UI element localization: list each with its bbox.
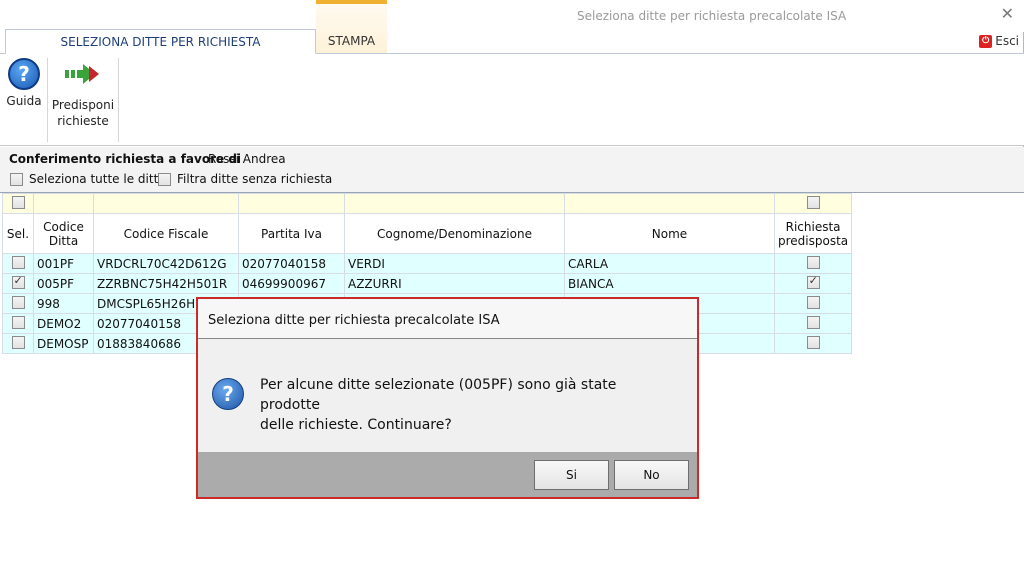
conferimento-value: Rossi Andrea [208,152,286,166]
sel-cell[interactable] [2,333,34,354]
col-header-codice-l2: Ditta [48,233,79,248]
col-header-sel[interactable]: Sel. [2,213,34,254]
cell-partita-iva: 02077040158 [238,253,345,274]
green-arrow-icon [63,62,103,94]
filter-cell[interactable] [344,193,565,214]
row-select-checkbox[interactable] [11,295,25,309]
seleziona-tutte-label: Seleziona tutte le ditte [29,172,166,186]
cell-nome: CARLA [564,253,775,274]
guida-button[interactable]: ? Guida [4,58,44,109]
cell-codice: DEMO2 [33,313,94,334]
col-header-codice[interactable]: Codice Ditta [33,213,94,254]
predisponi-label-line2: richieste [57,114,109,128]
richiesta-checkbox[interactable] [806,295,820,309]
filter-cell[interactable] [93,193,239,214]
help-icon: ? [8,58,40,90]
cell-codice: DEMOSP [33,333,94,354]
ribbon: ? Guida Predisponi richieste [0,54,1024,146]
col-header-codice-l1: Codice [43,219,84,234]
col-header-nome[interactable]: Nome [564,213,775,254]
col-header-richiesta-l1: Richiesta [785,219,841,234]
col-header-codice-fiscale[interactable]: Codice Fiscale [93,213,239,254]
table-row[interactable]: 001PF VRDCRL70C42D612G 02077040158 VERDI… [2,253,853,274]
cell-codice-fiscale: VRDCRL70C42D612G [93,253,239,274]
row-select-checkbox[interactable] [11,335,25,349]
seleziona-tutte-checkbox[interactable]: Seleziona tutte le ditte [10,172,166,186]
sel-cell[interactable] [2,273,34,294]
filter-cell-richiesta[interactable] [773,193,853,214]
question-icon: ? [212,378,244,410]
no-button[interactable]: No [614,460,689,490]
predisponi-label-line1: Predisponi [51,98,115,112]
conferimento-label: Conferimento richiesta a favore di [9,152,242,166]
sel-cell[interactable] [2,253,34,274]
predisponi-richieste-button[interactable]: Predisponi richieste [51,58,115,129]
cell-cognome: VERDI [344,253,565,274]
checkbox-icon[interactable] [10,172,23,186]
si-button[interactable]: Si [534,460,609,490]
row-select-checkbox[interactable] [11,255,25,269]
tab-seleziona-ditte[interactable]: SELEZIONA DITTE PER RICHIESTA PRECALCOLA… [5,29,316,73]
richiesta-checkbox[interactable] [806,315,820,329]
cell-codice: 005PF [33,273,94,294]
app-window: Seleziona ditte per richiesta precalcola… [0,0,1024,567]
guida-label: Guida [6,94,42,108]
richiesta-cell[interactable] [773,333,853,354]
table-row[interactable]: 005PF ZZRBNC75H42H501R 04699900967 AZZUR… [2,273,853,294]
richiesta-cell[interactable] [773,253,853,274]
cell-partita-iva: 04699900967 [238,273,345,294]
power-icon: ⏻ [979,34,993,48]
row-select-checkbox[interactable] [11,315,25,329]
esci-button[interactable]: ⏻ Esci [979,34,1019,48]
filtra-ditte-label: Filtra ditte senza richiesta [177,172,333,186]
filter-cell[interactable] [564,193,775,214]
col-header-richiesta-l2: predisposta [778,233,849,248]
dialog-message: Per alcune ditte selezionate (005PF) son… [260,375,680,435]
richiesta-checkbox[interactable] [806,335,820,349]
grid-header-row: Sel. Codice Ditta Codice Fiscale Partita … [2,213,853,254]
select-all-checkbox[interactable] [11,195,25,209]
tab-stampa[interactable]: STAMPA [316,29,387,54]
cell-codice-fiscale: ZZRBNC75H42H501R [93,273,239,294]
dialog-message-line1: Per alcune ditte selezionate (005PF) son… [260,377,617,413]
col-header-cognome[interactable]: Cognome/Denominazione [344,213,565,254]
dialog-message-line2: delle richieste. Continuare? [260,417,452,433]
esci-label: Esci [995,34,1019,48]
richiesta-cell[interactable] [773,273,853,294]
ribbon-separator [118,58,119,142]
tab-strip: SELEZIONA DITTE PER RICHIESTA PRECALCOLA… [0,29,1024,73]
sel-cell[interactable] [2,293,34,314]
dialog-title: Seleziona ditte per richiesta precalcola… [198,299,697,339]
title-bar: Seleziona ditte per richiesta precalcola… [0,0,1024,53]
window-title: Seleziona ditte per richiesta precalcola… [577,9,847,23]
checkbox-icon[interactable] [158,172,171,186]
ribbon-separator [47,58,48,142]
grid-filter-row [2,193,853,214]
filtra-ditte-checkbox[interactable]: Filtra ditte senza richiesta [158,172,332,186]
richiesta-checkbox[interactable] [806,255,820,269]
row-select-checkbox[interactable] [11,275,25,289]
richiesta-cell[interactable] [773,293,853,314]
cell-nome: BIANCA [564,273,775,294]
dialog-footer: Si No [198,452,697,497]
filter-richiesta-checkbox[interactable] [806,195,820,209]
richiesta-checkbox[interactable] [806,275,820,289]
cell-codice: 998 [33,293,94,314]
sel-cell[interactable] [2,313,34,334]
col-header-richiesta[interactable]: Richiesta predisposta [773,213,853,254]
filter-cell-sel[interactable] [2,193,34,214]
col-header-partita-iva[interactable]: Partita Iva [238,213,345,254]
filter-cell[interactable] [238,193,345,214]
confirm-dialog: Seleziona ditte per richiesta precalcola… [196,297,699,499]
filter-cell[interactable] [33,193,94,214]
filter-area: Conferimento richiesta a favore di Rossi… [0,147,1024,192]
richiesta-cell[interactable] [773,313,853,334]
cell-cognome: AZZURRI [344,273,565,294]
cell-codice: 001PF [33,253,94,274]
dialog-body: ? Per alcune ditte selezionate (005PF) s… [198,340,697,452]
close-icon[interactable]: ✕ [1001,4,1014,23]
